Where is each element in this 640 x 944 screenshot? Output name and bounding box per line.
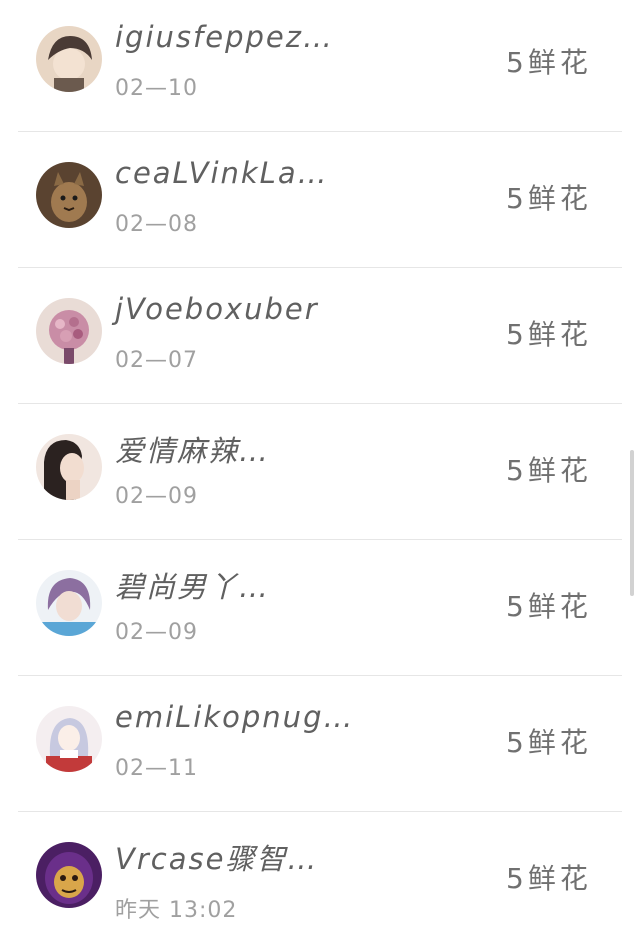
gift-date: 02—09: [115, 620, 198, 645]
user-avatar[interactable]: [36, 842, 102, 908]
list-item[interactable]: jVoeboxuber 02—07 5鲜花: [0, 268, 640, 404]
gift-date: 02—07: [115, 348, 198, 373]
gift-date: 02—11: [115, 756, 198, 781]
gift-amount: 5鲜花: [506, 46, 592, 79]
user-avatar[interactable]: [36, 298, 102, 364]
gift-amount: 5鲜花: [506, 454, 592, 487]
gift-amount: 5鲜花: [506, 182, 592, 215]
gift-amount: 5鲜花: [506, 590, 592, 623]
sender-name: ceaLVinkLa…: [115, 156, 329, 190]
anime-boy-avatar-icon: [36, 26, 102, 92]
user-avatar[interactable]: [36, 570, 102, 636]
scrollbar[interactable]: [630, 450, 634, 596]
kitten-avatar-icon: [36, 162, 102, 228]
gift-date: 02—10: [115, 76, 198, 101]
user-avatar[interactable]: [36, 162, 102, 228]
sender-name: 爱情麻辣…: [115, 434, 271, 468]
user-avatar[interactable]: [36, 434, 102, 500]
sender-name: jVoeboxuber: [115, 292, 319, 326]
woman-portrait-avatar-icon: [36, 434, 102, 500]
list-item[interactable]: igiusfeppez… 02—10 5鲜花: [0, 0, 640, 132]
list-item[interactable]: emiLikopnug… 02—11 5鲜花: [0, 676, 640, 812]
user-avatar[interactable]: [36, 26, 102, 92]
sender-name: 碧尚男丫…: [115, 570, 271, 604]
purple-cartoon-avatar-icon: [36, 842, 102, 908]
sender-name: Vrcase骤智…: [115, 842, 319, 876]
sender-name: emiLikopnug…: [115, 700, 355, 734]
gift-date: 02—08: [115, 212, 198, 237]
gift-date: 02—09: [115, 484, 198, 509]
list-item[interactable]: 碧尚男丫… 02—09 5鲜花: [0, 540, 640, 676]
flower-bouquet-avatar-icon: [36, 298, 102, 364]
list-item[interactable]: ceaLVinkLa… 02—08 5鲜花: [0, 132, 640, 268]
gift-amount: 5鲜花: [506, 862, 592, 895]
gift-amount: 5鲜花: [506, 726, 592, 759]
user-avatar[interactable]: [36, 706, 102, 772]
anime-girl-avatar-icon: [36, 706, 102, 772]
purple-hair-avatar-icon: [36, 570, 102, 636]
gift-date: 昨天 13:02: [115, 898, 238, 923]
sender-name: igiusfeppez…: [115, 20, 334, 54]
list-item[interactable]: 爱情麻辣… 02—09 5鲜花: [0, 404, 640, 540]
gift-amount: 5鲜花: [506, 318, 592, 351]
gift-record-list: igiusfeppez… 02—10 5鲜花 ceaLVinkLa… 02—08…: [0, 0, 640, 944]
list-item[interactable]: Vrcase骤智… 昨天 13:02 5鲜花: [0, 812, 640, 944]
